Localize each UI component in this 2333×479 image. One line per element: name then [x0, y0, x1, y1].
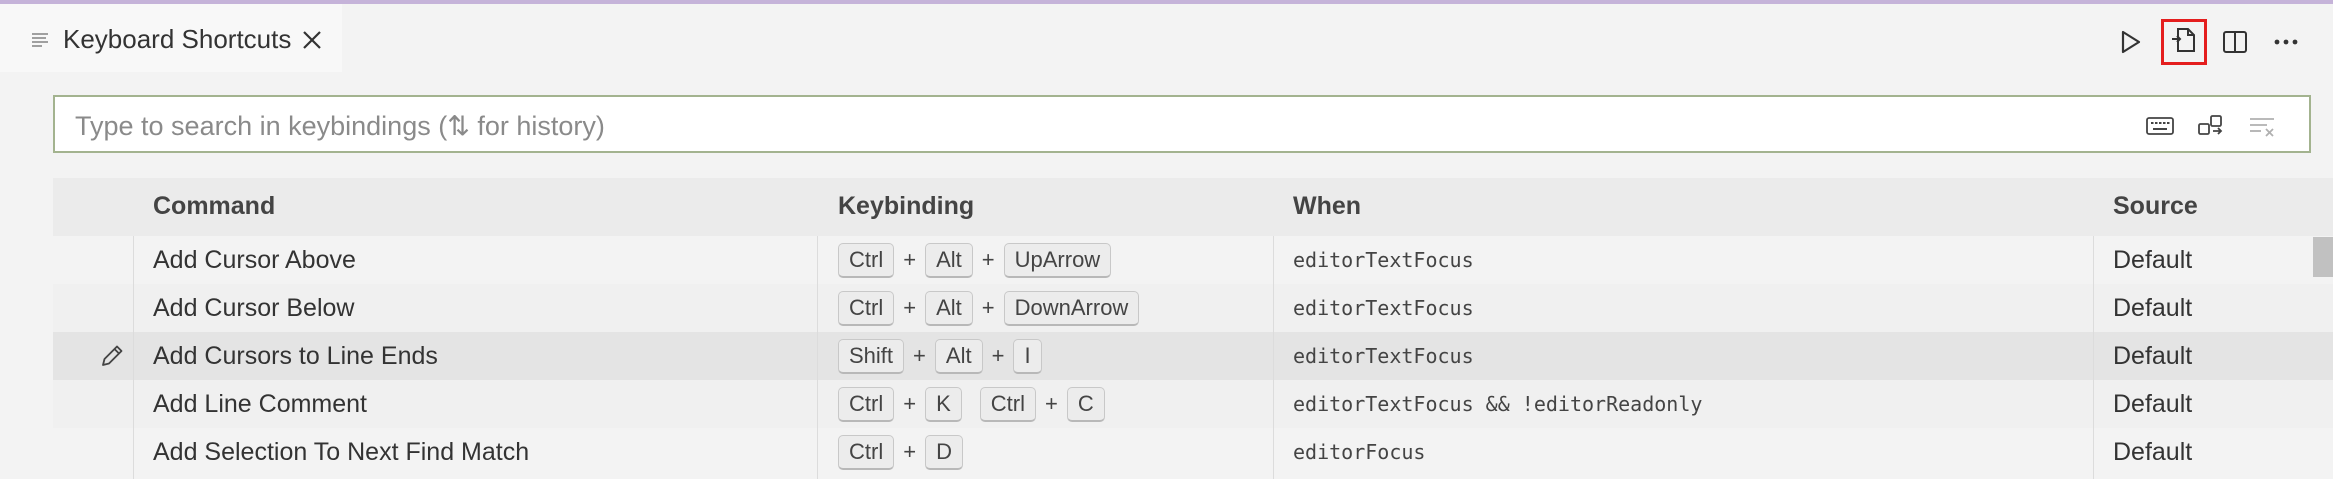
column-header-when[interactable]: When: [1293, 192, 1361, 221]
key-separator: +: [903, 295, 917, 320]
source-cell: Default: [2113, 341, 2193, 370]
key-cap: Ctrl: [838, 242, 895, 278]
search-input[interactable]: [73, 105, 2107, 147]
tab-keyboard-shortcuts[interactable]: Keyboard Shortcuts: [0, 4, 342, 72]
vertical-scrollbar-thumb[interactable]: [2313, 237, 2333, 277]
keybinding-cell: Ctrl + K Ctrl + C: [838, 380, 1105, 428]
key-cap: D: [925, 434, 963, 470]
table-row[interactable]: Add Cursors to Line Ends Shift + Alt + I edi…: [53, 332, 2333, 380]
column-divider[interactable]: [133, 236, 134, 479]
open-keyboard-shortcuts-json-button[interactable]: [2161, 19, 2207, 65]
split-editor-icon[interactable]: [2215, 22, 2255, 62]
key-separator: +: [981, 247, 995, 272]
clear-filter-icon[interactable]: [2247, 111, 2277, 141]
editor-tab-bar: Keyboard Shortcuts: [0, 4, 2333, 72]
search-box: [53, 95, 2311, 153]
keybinding-cell: Shift + Alt + I: [838, 332, 1042, 380]
list-icon: [30, 30, 50, 50]
key-cap: Ctrl: [979, 386, 1036, 422]
command-cell: Add Cursor Below: [153, 293, 355, 322]
keybinding-cell: Ctrl + D: [838, 428, 963, 476]
tab-title: Keyboard Shortcuts: [63, 24, 292, 54]
source-cell: Default: [2113, 389, 2193, 418]
when-cell: editorTextFocus && !editorReadonly: [1293, 392, 1703, 416]
when-cell: editorTextFocus: [1293, 296, 1474, 320]
source-cell: Default: [2113, 437, 2193, 466]
column-header-source[interactable]: Source: [2113, 192, 2198, 221]
key-separator: +: [903, 247, 917, 272]
key-cap: Alt: [934, 338, 983, 374]
table-row[interactable]: Add Cursor Below Ctrl + Alt + DownArrow edit…: [53, 284, 2333, 332]
table-row[interactable]: Add Line Comment Ctrl + K Ctrl + C editorText…: [53, 380, 2333, 428]
key-cap: UpArrow: [1003, 242, 1112, 278]
key-cap: Ctrl: [838, 386, 895, 422]
key-separator: +: [913, 343, 926, 368]
close-icon[interactable]: [300, 28, 324, 52]
column-divider[interactable]: [817, 236, 818, 479]
command-cell: Add Cursors to Line Ends: [153, 341, 438, 370]
sort-by-precedence-icon[interactable]: [2196, 111, 2226, 141]
key-cap: K: [925, 386, 962, 422]
key-separator: +: [903, 439, 917, 464]
column-divider[interactable]: [1273, 236, 1274, 479]
column-header-command[interactable]: Command: [153, 192, 275, 221]
keyboard-icon[interactable]: [2145, 111, 2175, 141]
key-cap: Alt: [925, 290, 973, 326]
open-file-icon: [2169, 25, 2199, 60]
column-header-keybinding[interactable]: Keybinding: [838, 192, 974, 221]
command-cell: Add Cursor Above: [153, 245, 356, 274]
command-cell: Add Selection To Next Find Match: [153, 437, 530, 466]
table-row[interactable]: Add Selection To Next Find Match Ctrl + D …: [53, 428, 2333, 476]
column-divider[interactable]: [2093, 236, 2094, 479]
play-icon[interactable]: [2110, 22, 2150, 62]
key-cap: Ctrl: [838, 290, 895, 326]
key-cap: Alt: [925, 242, 973, 278]
table-header: Command Keybinding When Source: [53, 178, 2333, 236]
keybinding-cell: Ctrl + Alt + UpArrow: [838, 236, 1112, 284]
key-separator: +: [991, 343, 1005, 368]
when-cell: editorFocus: [1293, 440, 1426, 464]
keybinding-cell: Ctrl + Alt + DownArrow: [838, 284, 1140, 332]
key-cap: Shift: [838, 338, 905, 374]
more-icon[interactable]: [2266, 22, 2306, 62]
source-cell: Default: [2113, 245, 2193, 274]
key-cap: I: [1013, 338, 1042, 374]
when-cell: editorTextFocus: [1293, 248, 1474, 272]
command-cell: Add Line Comment: [153, 389, 368, 418]
key-cap: DownArrow: [1003, 290, 1140, 326]
keybindings-table: Command Keybinding When Source Add Curso…: [53, 178, 2333, 479]
key-separator: +: [903, 391, 917, 416]
table-row[interactable]: Add Cursor Above Ctrl + Alt + UpArrow editor…: [53, 236, 2333, 284]
key-separator: +: [981, 295, 995, 320]
key-cap: C: [1066, 386, 1105, 422]
edit-icon[interactable]: [99, 343, 125, 369]
key-cap: Ctrl: [838, 434, 895, 470]
when-cell: editorTextFocus: [1293, 344, 1474, 368]
key-separator: +: [1044, 391, 1058, 416]
source-cell: Default: [2113, 293, 2193, 322]
